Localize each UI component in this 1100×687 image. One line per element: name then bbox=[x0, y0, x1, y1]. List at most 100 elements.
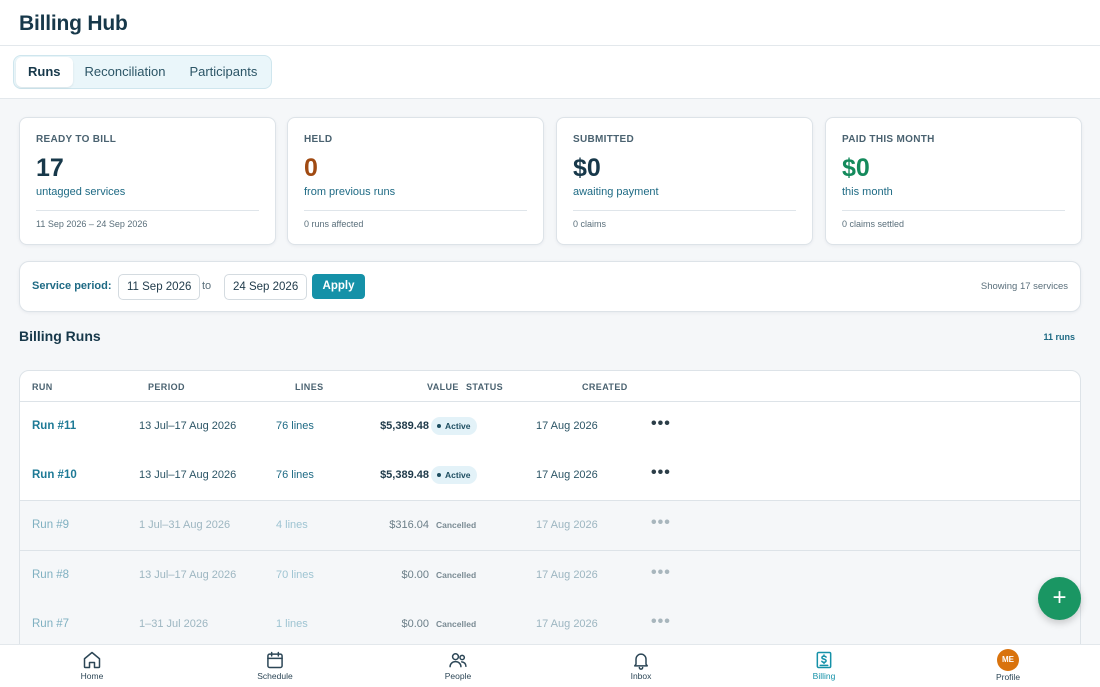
run-lines[interactable]: 4 lines bbox=[276, 519, 308, 531]
column-lines: LINES bbox=[295, 382, 324, 392]
home-icon bbox=[83, 651, 101, 669]
run-value: $5,389.48 bbox=[380, 420, 429, 432]
nav-label: Schedule bbox=[257, 671, 293, 681]
run-link[interactable]: Run #7 bbox=[32, 618, 69, 630]
showing-count: Showing 17 services bbox=[980, 281, 1068, 292]
tab-reconciliation[interactable]: Reconciliation bbox=[73, 57, 178, 87]
column-value: VALUE bbox=[427, 382, 459, 392]
divider bbox=[573, 210, 796, 211]
avatar: ME bbox=[997, 649, 1019, 671]
run-created: 17 Aug 2026 bbox=[536, 519, 598, 531]
run-lines[interactable]: 1 lines bbox=[276, 618, 308, 630]
stat-card-held: HELD 0 from previous runs 0 runs affecte… bbox=[287, 117, 544, 245]
stat-subtitle: awaiting payment bbox=[573, 186, 659, 198]
to-label: to bbox=[202, 280, 212, 292]
status-text: Active bbox=[445, 421, 471, 431]
run-link[interactable]: Run #8 bbox=[32, 569, 69, 581]
date-from-field[interactable]: 11 Sep 2026 bbox=[118, 274, 201, 300]
runs-count: 11 runs bbox=[1043, 332, 1075, 342]
stat-footer: 0 runs affected bbox=[304, 219, 364, 229]
column-status: STATUS bbox=[466, 382, 504, 392]
stat-subtitle: this month bbox=[842, 186, 893, 198]
service-period-label: Service period: bbox=[32, 280, 112, 292]
run-period: 1 Jul–31 Aug 2026 bbox=[139, 519, 231, 531]
tab-participants[interactable]: Participants bbox=[177, 57, 269, 87]
run-created: 17 Aug 2026 bbox=[536, 469, 598, 481]
table-row[interactable]: Run #11 13 Jul–17 Aug 2026 76 lines $5,3… bbox=[20, 402, 1080, 452]
run-lines[interactable]: 76 lines bbox=[276, 469, 314, 481]
stat-footer: 0 claims settled bbox=[842, 219, 905, 229]
stat-label: HELD bbox=[304, 134, 333, 145]
column-period: PERIOD bbox=[148, 382, 185, 392]
stat-label: SUBMITTED bbox=[573, 134, 635, 145]
table-header: RUN PERIOD LINES VALUE STATUS CREATED bbox=[20, 371, 1080, 402]
status-badge: Active bbox=[431, 466, 477, 484]
nav-label: Profile bbox=[995, 672, 1021, 682]
status-text: Active bbox=[445, 470, 471, 480]
run-link[interactable]: Run #11 bbox=[32, 420, 76, 432]
stat-label: PAID THIS MONTH bbox=[842, 134, 935, 145]
run-period: 13 Jul–17 Aug 2026 bbox=[139, 469, 237, 481]
more-actions-icon[interactable]: ••• bbox=[651, 415, 671, 433]
status-dot bbox=[437, 473, 441, 477]
nav-schedule[interactable]: Schedule bbox=[235, 650, 315, 681]
people-icon bbox=[449, 653, 467, 668]
run-lines[interactable]: 70 lines bbox=[276, 569, 314, 581]
nav-profile[interactable]: ME Profile bbox=[968, 649, 1048, 682]
run-value: $0.00 bbox=[401, 569, 429, 581]
apply-button[interactable]: Apply bbox=[312, 274, 365, 299]
table-row[interactable]: Run #8 13 Jul–17 Aug 2026 70 lines $0.00… bbox=[20, 551, 1080, 601]
divider bbox=[304, 210, 527, 211]
calendar-icon bbox=[267, 651, 283, 669]
status-badge: Cancelled bbox=[436, 619, 477, 629]
billing-icon bbox=[816, 651, 832, 669]
add-run-button[interactable]: + bbox=[1038, 577, 1081, 620]
run-created: 17 Aug 2026 bbox=[536, 569, 598, 581]
run-created: 17 Aug 2026 bbox=[536, 420, 598, 432]
nav-label: People bbox=[444, 671, 472, 681]
more-actions-icon[interactable]: ••• bbox=[651, 464, 671, 482]
bottom-navigation: Home Schedule People Inbox Billing ME Pr… bbox=[0, 644, 1100, 687]
run-link[interactable]: Run #9 bbox=[32, 519, 69, 531]
table-row[interactable]: Run #9 1 Jul–31 Aug 2026 4 lines $316.04… bbox=[20, 501, 1080, 551]
run-value: $316.04 bbox=[389, 519, 429, 531]
stat-value: $0 bbox=[573, 154, 601, 182]
stat-value: 0 bbox=[304, 154, 318, 182]
stat-footer: 11 Sep 2026 – 24 Sep 2026 bbox=[36, 219, 148, 229]
stat-value: $0 bbox=[842, 154, 870, 182]
run-value: $5,389.48 bbox=[380, 469, 429, 481]
nav-people[interactable]: People bbox=[418, 650, 498, 681]
app-header: Billing Hub bbox=[0, 0, 1100, 46]
nav-label: Inbox bbox=[630, 671, 652, 681]
nav-inbox[interactable]: Inbox bbox=[601, 650, 681, 681]
status-badge: Cancelled bbox=[436, 520, 477, 530]
column-created: CREATED bbox=[582, 382, 628, 392]
column-run: RUN bbox=[32, 382, 53, 392]
more-actions-icon[interactable]: ••• bbox=[651, 613, 671, 631]
status-badge: Active bbox=[431, 417, 477, 435]
billing-runs-table: RUN PERIOD LINES VALUE STATUS CREATED Ru… bbox=[19, 370, 1081, 660]
service-period-filter: Service period: 11 Sep 2026 to 24 Sep 20… bbox=[19, 261, 1081, 312]
nav-home[interactable]: Home bbox=[52, 650, 132, 681]
date-to-field[interactable]: 24 Sep 2026 bbox=[224, 274, 308, 300]
plus-icon: + bbox=[1052, 584, 1067, 611]
nav-billing[interactable]: Billing bbox=[784, 650, 864, 681]
bell-icon bbox=[634, 653, 648, 670]
stat-card-ready-to-bill: READY TO BILL 17 untagged services 11 Se… bbox=[19, 117, 276, 245]
table-row[interactable]: Run #7 1–31 Jul 2026 1 lines $0.00 Cance… bbox=[20, 600, 1080, 650]
run-period: 1–31 Jul 2026 bbox=[139, 618, 209, 630]
more-actions-icon[interactable]: ••• bbox=[651, 514, 671, 532]
run-lines[interactable]: 76 lines bbox=[276, 420, 314, 432]
tab-runs[interactable]: Runs bbox=[16, 57, 73, 87]
more-actions-icon[interactable]: ••• bbox=[651, 564, 671, 582]
run-period: 13 Jul–17 Aug 2026 bbox=[139, 420, 237, 432]
table-row[interactable]: Run #10 13 Jul–17 Aug 2026 76 lines $5,3… bbox=[20, 451, 1080, 501]
billing-runs-title: Billing Runs bbox=[19, 328, 101, 344]
stat-value: 17 bbox=[36, 154, 64, 182]
stat-card-submitted: SUBMITTED $0 awaiting payment 0 claims bbox=[556, 117, 813, 245]
stat-label: READY TO BILL bbox=[36, 134, 117, 145]
run-link[interactable]: Run #10 bbox=[32, 469, 77, 481]
run-period: 13 Jul–17 Aug 2026 bbox=[139, 569, 237, 581]
nav-label: Billing bbox=[812, 671, 836, 681]
run-value: $0.00 bbox=[401, 618, 429, 630]
